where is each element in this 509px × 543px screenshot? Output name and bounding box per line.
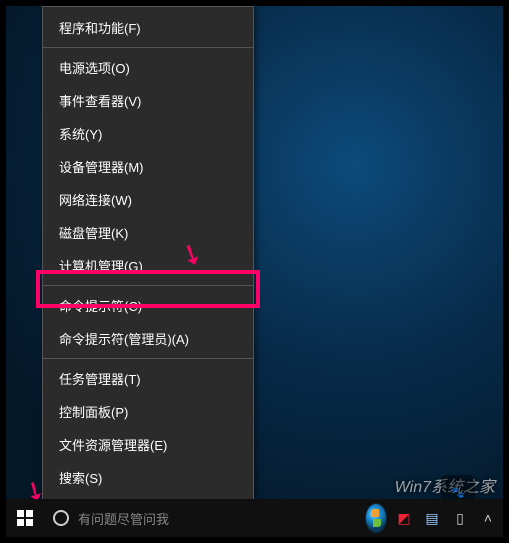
- cortana-button[interactable]: [44, 499, 78, 537]
- menu-label: 网络连接(W): [59, 190, 132, 209]
- tray-chevron-up-icon[interactable]: ˄: [477, 507, 499, 529]
- taskbar: 有问题尽管问我 ◩ ▤ ▯ ˄: [6, 499, 503, 537]
- tray-orb[interactable]: [365, 507, 387, 529]
- menu-label: 磁盘管理(K): [59, 223, 128, 242]
- menu-item-programs-features[interactable]: 程序和功能(F): [43, 11, 253, 44]
- menu-divider: [43, 285, 253, 286]
- menu-item-event-viewer[interactable]: 事件查看器(V): [43, 84, 253, 117]
- menu-label: 任务管理器(T): [59, 369, 141, 388]
- menu-item-command-prompt-admin[interactable]: 命令提示符(管理员)(A): [43, 322, 253, 355]
- tray-icon[interactable]: ◩: [393, 507, 415, 529]
- menu-label: 程序和功能(F): [59, 18, 141, 37]
- menu-label: 命令提示符(管理员)(A): [59, 329, 189, 348]
- menu-label: 事件查看器(V): [59, 91, 141, 110]
- menu-item-computer-management[interactable]: 计算机管理(G): [43, 249, 253, 282]
- menu-label: 搜索(S): [59, 468, 102, 487]
- menu-item-power-options[interactable]: 电源选项(O): [43, 51, 253, 84]
- tray-icon[interactable]: ▤: [421, 507, 443, 529]
- menu-label: 文件资源管理器(E): [59, 435, 167, 454]
- menu-item-system[interactable]: 系统(Y): [43, 117, 253, 150]
- menu-label: 命令提示符(C): [59, 296, 142, 315]
- paw-icon: 🐾: [451, 486, 465, 499]
- menu-item-disk-management[interactable]: 磁盘管理(K): [43, 216, 253, 249]
- menu-item-file-explorer[interactable]: 文件资源管理器(E): [43, 428, 253, 461]
- menu-item-search[interactable]: 搜索(S): [43, 461, 253, 494]
- menu-label: 控制面板(P): [59, 402, 128, 421]
- menu-item-network-connections[interactable]: 网络连接(W): [43, 183, 253, 216]
- cortana-icon: [53, 510, 69, 526]
- menu-divider: [43, 47, 253, 48]
- menu-divider: [43, 358, 253, 359]
- menu-item-task-manager[interactable]: 任务管理器(T): [43, 362, 253, 395]
- system-tray: ◩ ▤ ▯ ˄: [365, 499, 499, 537]
- winx-context-menu: 程序和功能(F) 电源选项(O) 事件查看器(V) 系统(Y) 设备管理器(M)…: [42, 6, 254, 537]
- menu-item-control-panel[interactable]: 控制面板(P): [43, 395, 253, 428]
- menu-label: 电源选项(O): [59, 58, 130, 77]
- menu-label: 计算机管理(G): [59, 256, 143, 275]
- win7-orb-icon: [365, 503, 387, 533]
- menu-label: 设备管理器(M): [59, 157, 144, 176]
- start-button[interactable]: [6, 499, 44, 537]
- tray-icon[interactable]: ▯: [449, 507, 471, 529]
- menu-item-command-prompt[interactable]: 命令提示符(C): [43, 289, 253, 322]
- windows-logo-icon: [17, 510, 33, 526]
- search-placeholder[interactable]: 有问题尽管问我: [78, 509, 169, 528]
- menu-label: 系统(Y): [59, 124, 102, 143]
- menu-item-device-manager[interactable]: 设备管理器(M): [43, 150, 253, 183]
